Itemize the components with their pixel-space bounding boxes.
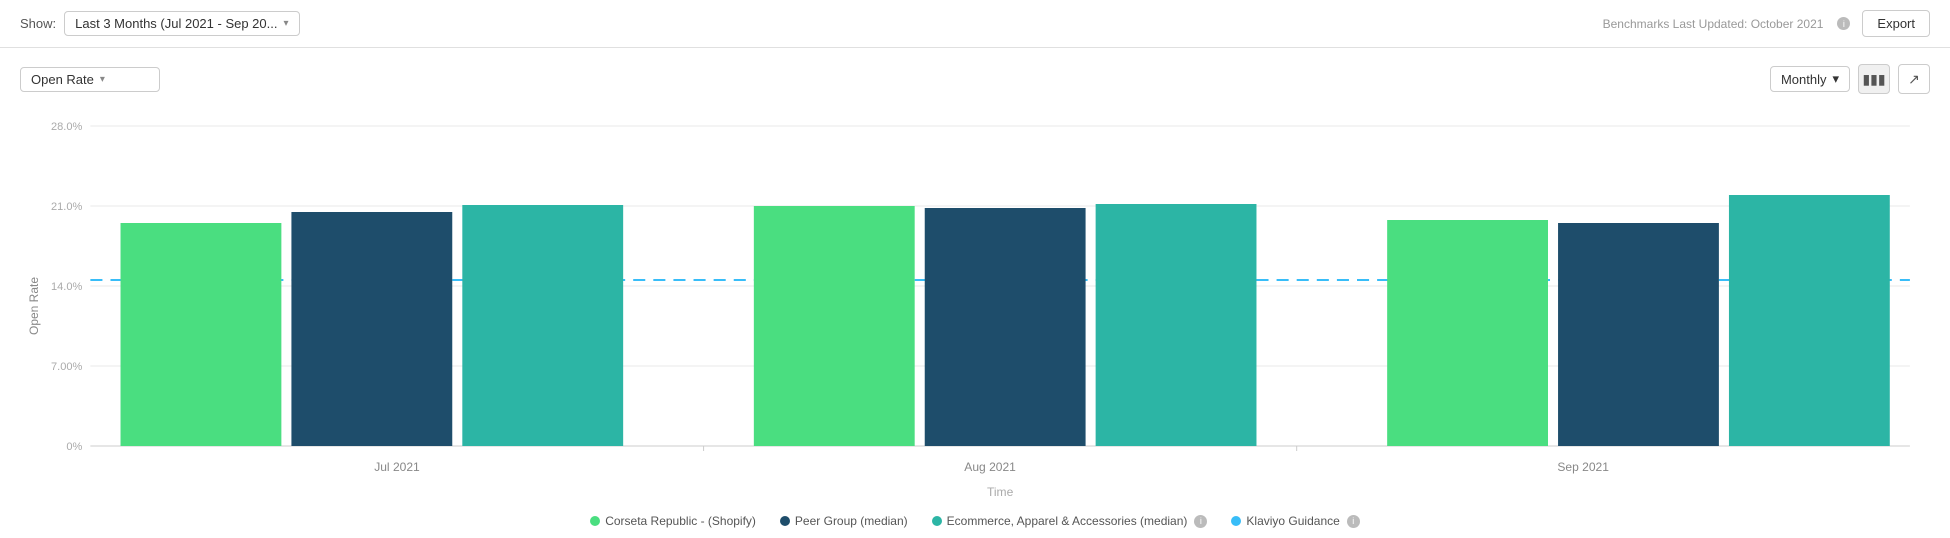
- svg-text:21.0%: 21.0%: [51, 201, 83, 213]
- frequency-dropdown[interactable]: Monthly ▾: [1770, 66, 1850, 92]
- svg-text:28.0%: 28.0%: [51, 121, 83, 133]
- date-range-dropdown[interactable]: Last 3 Months (Jul 2021 - Sep 20... ▾: [64, 11, 299, 36]
- legend-item-ecommerce: Ecommerce, Apparel & Accessories (median…: [932, 514, 1208, 528]
- jul-peer-bar: [291, 212, 452, 446]
- svg-text:14.0%: 14.0%: [51, 281, 83, 293]
- guidance-dot: [1231, 516, 1241, 526]
- legend-item-corseta: Corseta Republic - (Shopify): [590, 514, 756, 528]
- top-bar: Show: Last 3 Months (Jul 2021 - Sep 20..…: [0, 0, 1950, 48]
- aug-label: Aug 2021: [964, 460, 1016, 474]
- sep-ecommerce-bar: [1729, 195, 1890, 446]
- chart-toolbar-right: Monthly ▾ ▮▮▮ ↗: [1770, 64, 1930, 94]
- benchmark-text: Benchmarks Last Updated: October 2021: [1603, 17, 1824, 31]
- corseta-label: Corseta Republic - (Shopify): [605, 514, 756, 528]
- sep-peer-bar: [1558, 223, 1719, 446]
- chart-toolbar: Open Rate ▾ Monthly ▾ ▮▮▮ ↗: [20, 64, 1930, 94]
- bar-chart-button[interactable]: ▮▮▮: [1858, 64, 1890, 94]
- svg-text:7.00%: 7.00%: [51, 361, 83, 373]
- aug-peer-bar: [925, 208, 1086, 446]
- chevron-down-icon: ▾: [283, 18, 288, 29]
- peer-dot: [780, 516, 790, 526]
- frequency-value: Monthly: [1781, 72, 1827, 87]
- metric-chevron-icon: ▾: [100, 74, 105, 85]
- y-axis-label: Open Rate: [27, 277, 41, 335]
- aug-corseta-bar: [754, 206, 915, 446]
- chart-container: Open Rate ▾ Monthly ▾ ▮▮▮ ↗ Open Rate 28…: [0, 48, 1950, 538]
- svg-text:0%: 0%: [66, 441, 82, 453]
- show-label: Show:: [20, 16, 56, 31]
- bar-chart-icon: ▮▮▮: [1862, 71, 1885, 88]
- date-range-value: Last 3 Months (Jul 2021 - Sep 20...: [75, 16, 277, 31]
- chart-area: Open Rate 28.0% 21.0% 14.0% 7.00% 0%: [20, 106, 1930, 506]
- jul-corseta-bar: [121, 223, 282, 446]
- frequency-chevron-icon: ▾: [1832, 71, 1839, 87]
- aug-ecommerce-bar: [1096, 204, 1257, 446]
- corseta-dot: [590, 516, 600, 526]
- legend: Corseta Republic - (Shopify) Peer Group …: [20, 514, 1930, 528]
- metric-dropdown[interactable]: Open Rate ▾: [20, 67, 160, 92]
- top-right: Benchmarks Last Updated: October 2021 i …: [1603, 10, 1930, 37]
- export-button[interactable]: Export: [1862, 10, 1930, 37]
- jul-ecommerce-bar: [462, 205, 623, 446]
- guidance-label: Klaviyo Guidance: [1246, 514, 1339, 528]
- sep-label: Sep 2021: [1557, 460, 1609, 474]
- benchmark-info-icon[interactable]: i: [1837, 17, 1850, 30]
- metric-value: Open Rate: [31, 72, 94, 87]
- guidance-info-icon[interactable]: i: [1347, 515, 1360, 528]
- top-left: Show: Last 3 Months (Jul 2021 - Sep 20..…: [20, 11, 300, 36]
- ecommerce-label: Ecommerce, Apparel & Accessories (median…: [947, 514, 1188, 528]
- sep-corseta-bar: [1387, 220, 1548, 446]
- ecommerce-info-icon[interactable]: i: [1194, 515, 1207, 528]
- line-chart-icon: ↗: [1908, 71, 1920, 88]
- peer-label: Peer Group (median): [795, 514, 908, 528]
- legend-item-peer: Peer Group (median): [780, 514, 908, 528]
- ecommerce-dot: [932, 516, 942, 526]
- legend-item-guidance: Klaviyo Guidance i: [1231, 514, 1359, 528]
- chart-svg: Open Rate 28.0% 21.0% 14.0% 7.00% 0%: [20, 106, 1930, 506]
- jul-label: Jul 2021: [374, 460, 420, 474]
- line-chart-button[interactable]: ↗: [1898, 64, 1930, 94]
- x-axis-label: Time: [987, 485, 1014, 499]
